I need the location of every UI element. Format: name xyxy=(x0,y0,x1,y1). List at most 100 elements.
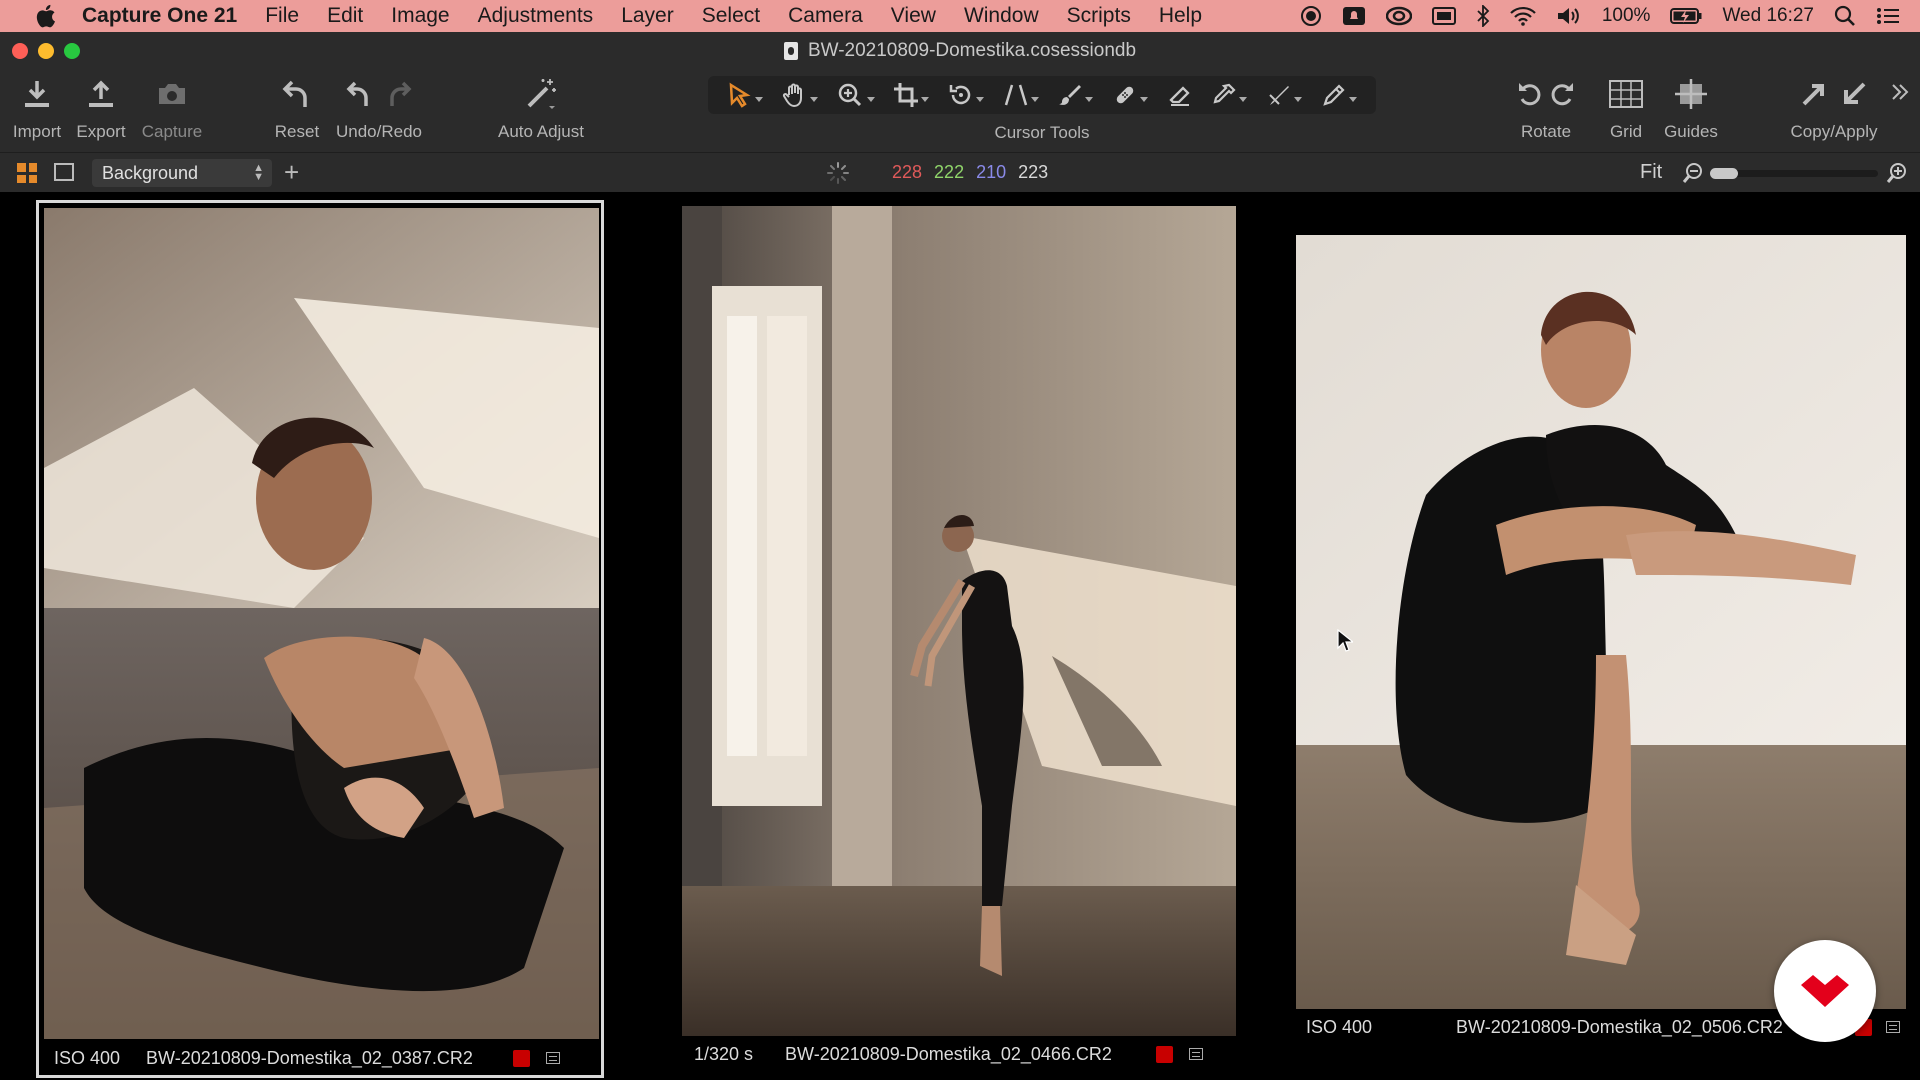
menu-file[interactable]: File xyxy=(265,4,299,28)
magic-wand-icon xyxy=(527,79,556,109)
browser-grid-view-icon[interactable] xyxy=(17,163,37,183)
thumbnail-meta: ISO 400 xyxy=(1306,1016,1373,1037)
thumbnail-filename: BW-20210809-Domestika_02_0387.CR2 xyxy=(146,1047,473,1068)
window-title-bar: BW-20210809-Domestika.cosessiondb xyxy=(0,32,1920,70)
zoom-fit-label[interactable]: Fit xyxy=(1640,161,1662,184)
battery-percentage: 100% xyxy=(1601,5,1651,26)
select-tool[interactable] xyxy=(727,82,764,108)
copy-adjustments-icon[interactable] xyxy=(1800,80,1828,108)
loading-spinner-icon xyxy=(827,162,849,184)
spotlight-search-icon[interactable] xyxy=(1834,5,1856,27)
capture-button[interactable]: Capture xyxy=(136,70,208,152)
thumbnail-2[interactable]: 1/320 s BW-20210809-Domestika_02_0466.CR… xyxy=(682,206,1236,1078)
thumbnail-filename: BW-20210809-Domestika_02_0466.CR2 xyxy=(785,1043,1112,1064)
keystone-tool[interactable] xyxy=(1003,82,1039,108)
reset-icon xyxy=(282,80,307,107)
window-controls xyxy=(12,43,80,59)
menu-edit[interactable]: Edit xyxy=(327,4,363,28)
domestika-heart-logo-icon xyxy=(1801,975,1849,1007)
battery-icon[interactable] xyxy=(1670,7,1702,25)
grid-button[interactable]: Grid xyxy=(1600,70,1652,152)
menu-bar-clock[interactable]: Wed 16:27 xyxy=(1722,5,1814,27)
redo-icon[interactable] xyxy=(386,79,412,109)
notification-center-icon[interactable] xyxy=(1876,6,1900,26)
auto-adjust-button[interactable]: Auto Adjust xyxy=(490,70,592,152)
zoom-tool[interactable] xyxy=(837,82,875,108)
menu-scripts[interactable]: Scripts xyxy=(1067,4,1131,28)
bluetooth-icon[interactable] xyxy=(1476,5,1490,27)
minimize-window-button[interactable] xyxy=(38,43,54,59)
brush-tool[interactable] xyxy=(1057,82,1094,108)
color-tag-red[interactable] xyxy=(512,1049,530,1067)
reset-button[interactable]: Reset xyxy=(268,70,326,152)
rotate-right-icon[interactable] xyxy=(1550,80,1576,108)
readout-red: 228 xyxy=(892,162,923,182)
thumbnail-caption: ISO 400 BW-20210809-Domestika_02_0387.CR… xyxy=(54,1043,594,1073)
zoom-slider-knob[interactable] xyxy=(1710,168,1738,179)
info-icon[interactable] xyxy=(1885,1021,1900,1033)
toolbar-overflow-button[interactable] xyxy=(1890,82,1910,107)
menu-image[interactable]: Image xyxy=(391,4,449,28)
rotate-button-group: Rotate xyxy=(1516,70,1576,152)
zoom-out-icon[interactable] xyxy=(1682,162,1704,184)
screen-record-icon[interactable] xyxy=(1300,5,1322,27)
heal-tool[interactable] xyxy=(1112,82,1148,108)
straighten-rotate-icon xyxy=(949,85,971,105)
undo-redo-button-group: Undo/Redo xyxy=(330,70,428,152)
menu-select[interactable]: Select xyxy=(702,4,760,28)
menu-adjustments[interactable]: Adjustments xyxy=(478,4,594,28)
color-tag-red[interactable] xyxy=(1155,1045,1173,1063)
guides-button[interactable]: Guides xyxy=(1658,70,1724,152)
arrow-cursor-icon xyxy=(729,82,751,108)
single-view-icon[interactable] xyxy=(54,163,74,181)
rotate-left-icon[interactable] xyxy=(1516,80,1542,108)
info-icon[interactable] xyxy=(545,1052,560,1064)
readout-luma: 223 xyxy=(1018,162,1049,182)
eyedropper-icon xyxy=(1213,83,1236,104)
window-title: BW-20210809-Domestika.cosessiondb xyxy=(807,40,1137,61)
session-document-icon xyxy=(783,42,798,60)
menu-window[interactable]: Window xyxy=(964,4,1039,28)
export-icon xyxy=(89,80,113,107)
hand-icon xyxy=(782,83,802,108)
thumbnail-caption: 1/320 s BW-20210809-Domestika_02_0466.CR… xyxy=(694,1039,1234,1069)
notification-bell-icon[interactable] xyxy=(1342,5,1366,27)
menu-layer[interactable]: Layer xyxy=(621,4,674,28)
layer-select[interactable]: Background ▲ ▼ xyxy=(92,159,272,187)
export-button[interactable]: Export xyxy=(72,70,130,152)
volume-icon[interactable] xyxy=(1556,6,1582,26)
apple-logo-icon[interactable] xyxy=(30,3,60,29)
app-name-menu[interactable]: Capture One 21 xyxy=(82,4,237,28)
undo-icon[interactable] xyxy=(346,79,372,109)
apply-adjustments-icon[interactable] xyxy=(1840,80,1868,108)
info-icon[interactable] xyxy=(1188,1048,1203,1060)
zoom-slider[interactable] xyxy=(1710,168,1878,179)
crop-tool[interactable] xyxy=(893,82,930,108)
crop-icon xyxy=(894,83,919,107)
chevron-double-right-icon xyxy=(1892,84,1909,100)
display-icon[interactable] xyxy=(1431,6,1456,26)
thumbnail-meta: 1/320 s xyxy=(694,1043,754,1064)
cursor-tools-group xyxy=(708,76,1376,114)
camera-icon xyxy=(159,84,185,104)
eraser-tool[interactable] xyxy=(1167,82,1193,108)
add-layer-plus-icon[interactable]: + xyxy=(284,157,299,188)
menu-help[interactable]: Help xyxy=(1159,4,1202,28)
close-window-button[interactable] xyxy=(12,43,28,59)
thumbnail-image xyxy=(682,206,1236,1036)
zoom-window-button[interactable] xyxy=(64,43,80,59)
color-picker-tool[interactable] xyxy=(1211,82,1248,108)
thumbnail-1[interactable]: ISO 400 BW-20210809-Domestika_02_0387.CR… xyxy=(36,200,604,1078)
eraser-icon xyxy=(1168,86,1190,106)
pan-tool[interactable] xyxy=(782,82,818,108)
menu-camera[interactable]: Camera xyxy=(788,4,863,28)
wifi-icon[interactable] xyxy=(1510,6,1536,26)
cursor-tools-label: Cursor Tools xyxy=(994,123,1090,142)
zoom-in-icon[interactable] xyxy=(1886,162,1908,184)
annotate-tool[interactable] xyxy=(1321,82,1357,108)
creative-cloud-icon[interactable] xyxy=(1385,6,1412,26)
import-button[interactable]: Import xyxy=(8,70,66,152)
menu-view[interactable]: View xyxy=(891,4,936,28)
rotate-tool[interactable] xyxy=(948,82,984,108)
picker-tool[interactable] xyxy=(1266,82,1302,108)
